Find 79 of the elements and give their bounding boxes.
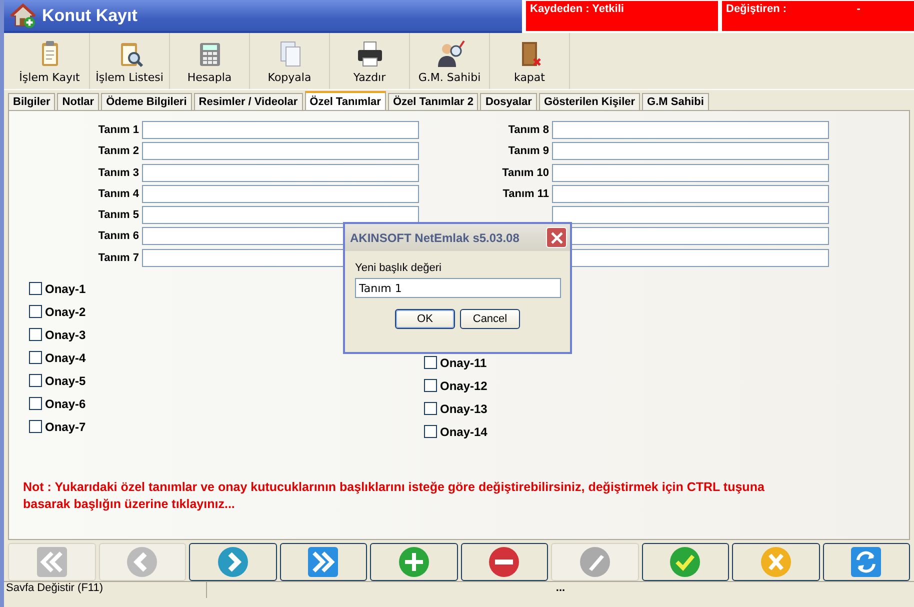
checkbox-row[interactable]: Onay-7 <box>29 418 86 436</box>
input-field[interactable] <box>142 121 419 139</box>
field-label: Tanım 10 <box>501 166 549 179</box>
field-label: Tanım 2 <box>97 145 139 158</box>
input-field[interactable] <box>552 206 829 224</box>
prompt-label: Yeni başlık değeri <box>355 262 442 274</box>
house-icon <box>10 2 36 28</box>
refresh-icon <box>849 545 884 579</box>
tab[interactable]: Özel Tanımlar <box>304 91 386 110</box>
nav-button[interactable] <box>370 543 458 581</box>
status-text: Savfa Değistir (F11) <box>4 582 207 598</box>
tab[interactable]: Ödeme Bilgileri <box>101 93 192 110</box>
checkbox-row[interactable]: Onay-13 <box>424 400 488 418</box>
checkbox-row[interactable]: Onay-11 <box>424 354 487 372</box>
nav-button[interactable] <box>642 543 729 581</box>
tab[interactable]: G.M Sahibi <box>642 93 709 110</box>
field-label: Tanım 11 <box>502 188 549 200</box>
nav-button[interactable] <box>822 543 910 581</box>
nav-button[interactable] <box>732 543 820 581</box>
edit-icon <box>578 545 612 579</box>
checkbox-row[interactable]: Onay-3 <box>29 326 86 344</box>
field-label: Tanım 6 <box>97 230 139 242</box>
last-icon <box>306 545 340 579</box>
input-field[interactable] <box>552 164 829 182</box>
field-label: Tanım 4 <box>97 188 139 200</box>
toolbar-button[interactable]: Yazdır <box>330 33 410 89</box>
input-field[interactable] <box>552 184 829 203</box>
input-field[interactable]: Tanım 1 <box>355 278 561 298</box>
toolbar-button[interactable]: Kopyala <box>250 33 330 89</box>
info-box: Kaydeden : Yetkili <box>526 1 718 31</box>
tab[interactable]: Bilgiler <box>8 93 56 110</box>
nav-button[interactable] <box>460 543 548 581</box>
field-label: Tanım 1 <box>97 124 139 136</box>
toolbar-button[interactable]: İşlem Kayıt <box>10 33 90 89</box>
field-label: Tanım 3 <box>97 166 139 179</box>
field-label: Tanım 5 <box>97 209 139 222</box>
dialog-button[interactable]: OK <box>395 309 455 329</box>
save-icon <box>668 545 702 579</box>
input-field[interactable] <box>142 164 419 182</box>
input-field[interactable] <box>142 206 419 224</box>
input-field[interactable] <box>142 184 419 203</box>
note-text: Not : Yukarıdaki özel tanımlar ve onay kutucuklarının başlıklarını isteğe göre değiştirebilirsiniz, değiştirmek için CTRL tuşuna basarak başlığın üzerine tıklayınız... <box>23 478 766 513</box>
checkbox-row[interactable]: Onay-14 <box>424 422 488 441</box>
field-label: Tanım 8 <box>507 124 549 136</box>
nav-button[interactable] <box>189 543 276 581</box>
input-field[interactable] <box>552 121 829 139</box>
prev-icon <box>125 545 160 579</box>
info-box: Değiştiren : - <box>722 1 914 31</box>
toolbar-button[interactable]: kapat <box>490 33 570 89</box>
window-title: Konut Kayıt <box>42 6 138 26</box>
checkbox-row[interactable]: Onay-6 <box>29 394 86 413</box>
checkbox-row[interactable]: Onay-2 <box>29 302 86 321</box>
tab[interactable]: Özel Tanımlar 2 <box>388 93 478 110</box>
status-text: ... <box>554 582 566 596</box>
toolbar-button[interactable]: İşlem Listesi <box>90 33 170 89</box>
toolbar-button[interactable]: Hesapla <box>170 33 250 89</box>
checkbox-row[interactable]: Onay-12 <box>424 376 488 395</box>
first-icon <box>34 545 69 579</box>
dialog-title: AKINSOFT NetEmlak s5.03.08 <box>350 230 520 244</box>
tab[interactable]: Dosyalar <box>480 93 537 110</box>
field-label: Tanım 7 <box>97 252 139 264</box>
checkbox-row[interactable]: Onay-5 <box>29 372 86 390</box>
delete-icon <box>487 545 522 579</box>
input-field[interactable] <box>142 142 419 160</box>
input-field[interactable] <box>552 142 829 160</box>
next-icon <box>216 545 250 579</box>
nav-button[interactable] <box>280 543 367 581</box>
checkbox-row[interactable]: Onay-1 <box>29 280 86 298</box>
tab[interactable]: Resimler / Videolar <box>194 93 303 110</box>
toolbar-button[interactable]: G.M. Sahibi <box>410 33 490 89</box>
close-icon <box>550 232 562 244</box>
cancel-icon <box>758 545 793 579</box>
tab[interactable]: Gösterilen Kişiler <box>538 93 640 110</box>
checkbox-row[interactable]: Onay-4 <box>29 348 86 367</box>
tab[interactable]: Notlar <box>57 93 100 110</box>
field-label: Tanım 9 <box>507 145 549 158</box>
add-icon <box>396 545 431 579</box>
dialog-button[interactable]: Cancel <box>460 309 520 329</box>
close-button[interactable] <box>546 227 567 248</box>
